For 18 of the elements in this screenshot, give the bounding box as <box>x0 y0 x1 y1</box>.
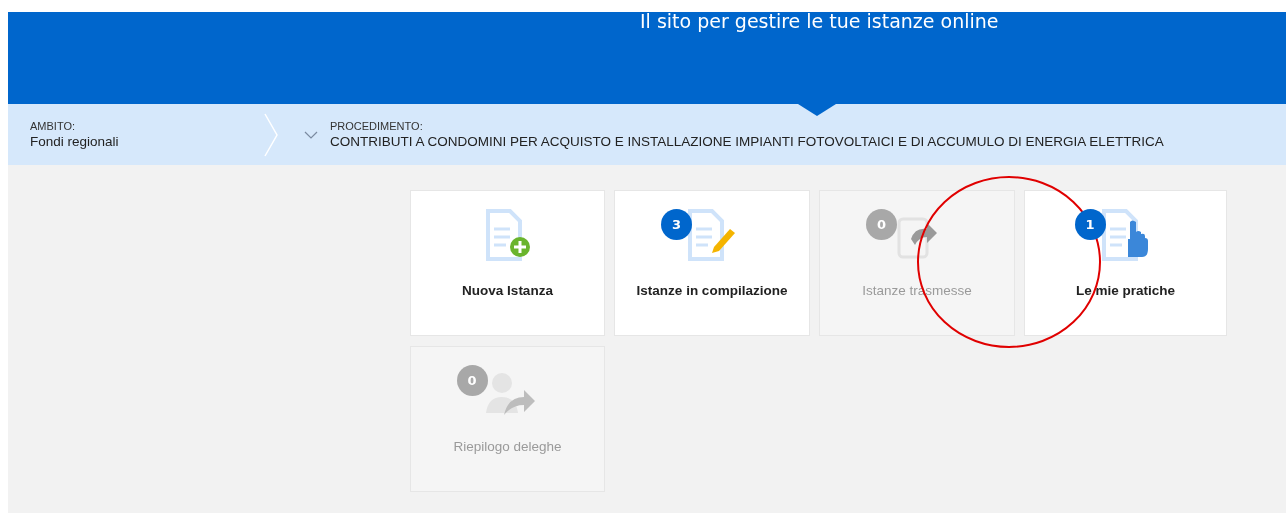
breadcrumb-label: AMBITO: <box>30 120 77 132</box>
count-badge: 0 <box>456 365 488 396</box>
tile[interactable]: 1 Le mie pratiche <box>1024 190 1227 336</box>
breadcrumb-separator-icon <box>264 112 278 157</box>
count-badge: 3 <box>661 209 692 240</box>
tile[interactable]: Nuova Istanza <box>410 190 605 336</box>
chevron-down-icon[interactable] <box>304 130 318 139</box>
tile-title: Le mie pratiche <box>1075 283 1175 298</box>
count-badge: 1 <box>1074 209 1106 240</box>
breadcrumb-value[interactable]: Fondi regionali <box>30 134 264 149</box>
site-tagline: Il sito per gestire le tue istanze online <box>640 10 999 32</box>
tile-title: Riepilogo deleghe <box>453 439 562 454</box>
tile-title: Nuova Istanza <box>462 283 553 298</box>
breadcrumb-value[interactable]: CONTRIBUTI A CONDOMINI PER ACQUISTO E INSTALLAZIONE IMPIANTI FOTOVOLTAICI E DI ACCUMULO DI ENERGIA ELETTRICA <box>330 134 1164 149</box>
count-badge: 0 <box>866 209 897 240</box>
breadcrumb-label: PROCEDIMENTO: <box>330 120 424 132</box>
tile-title: Istanze in compilazione <box>636 283 788 298</box>
tile[interactable]: 3 Istanze in compilazione <box>614 190 810 336</box>
